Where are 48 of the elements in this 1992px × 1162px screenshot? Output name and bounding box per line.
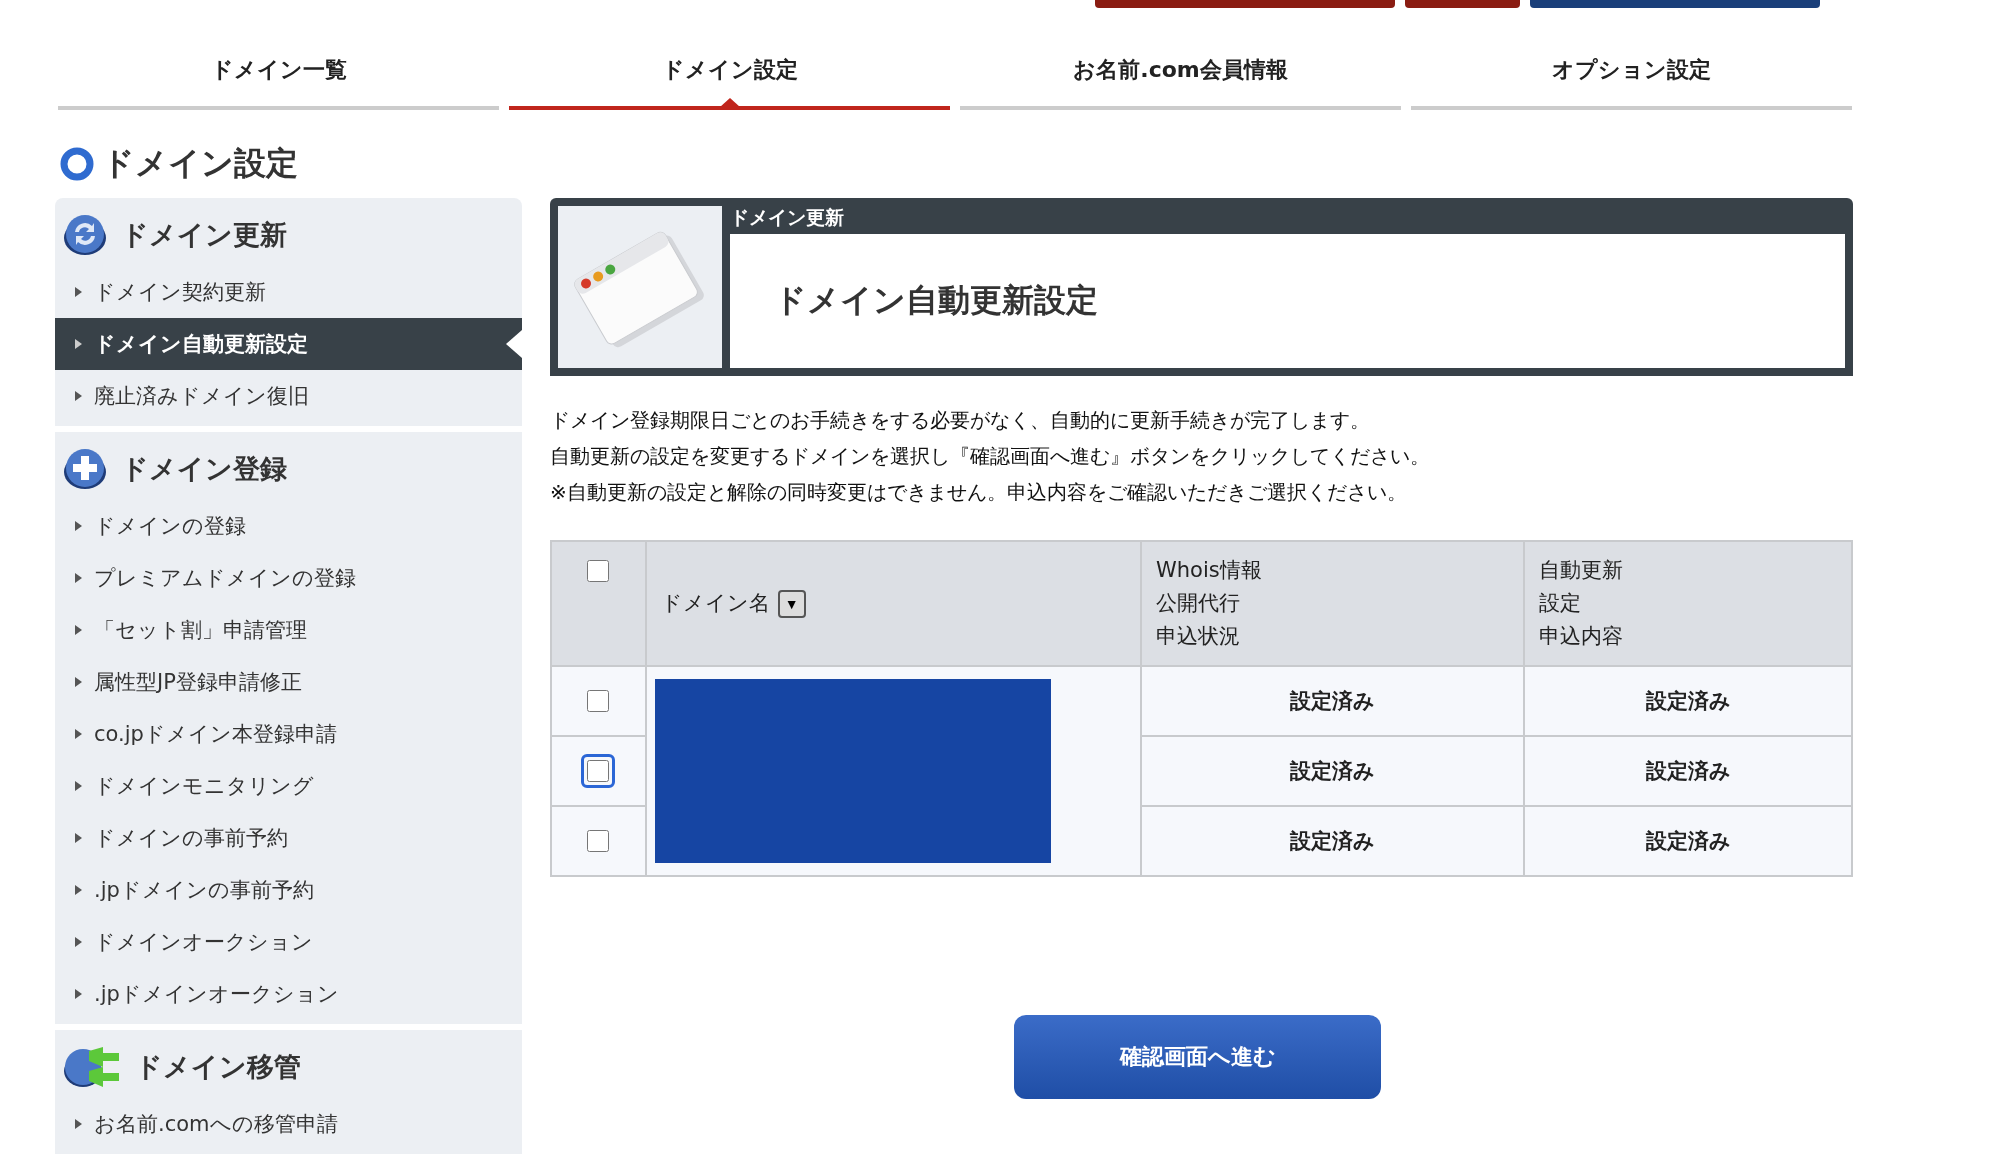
- column-header: ドメイン名: [660, 591, 770, 615]
- sidebar-item[interactable]: co.jpドメイン本登録申請: [55, 708, 522, 760]
- column-header: 自動更新: [1539, 557, 1625, 584]
- ring-icon: [60, 147, 94, 181]
- sidebar-item[interactable]: .jpドメインの事前予約: [55, 864, 522, 916]
- description-text: 自動更新の設定を変更するドメインを選択し『確認画面へ進む』ボタンをクリックしてください。: [550, 443, 1431, 470]
- section-title: ドメイン登録: [121, 452, 287, 486]
- confirm-button[interactable]: 確認画面へ進む: [1014, 1015, 1381, 1099]
- transfer-icon: [63, 1045, 121, 1089]
- sidebar-item[interactable]: プレミアムドメインの登録: [55, 552, 522, 604]
- page-title: ドメイン設定: [102, 143, 298, 184]
- description-text: ドメイン登録期限日ごとのお手続きをする必要がなく、自動的に更新手続きが完了します。: [550, 407, 1371, 434]
- sidebar-item[interactable]: ドメインの事前予約: [55, 812, 522, 864]
- column-header: 設定: [1539, 590, 1583, 617]
- refresh-icon: [63, 214, 107, 256]
- section-title: ドメイン移管: [135, 1050, 301, 1084]
- sidebar-item[interactable]: ドメインモニタリング: [55, 760, 522, 812]
- table-cell: 設定済み: [1290, 759, 1376, 783]
- sidebar-item[interactable]: ドメインオークション: [55, 916, 522, 968]
- column-header: 公開代行: [1156, 590, 1241, 617]
- card-category: ドメイン更新: [730, 206, 845, 230]
- sidebar-item[interactable]: ドメインの登録: [55, 500, 522, 552]
- table-cell: 設定済み: [1645, 829, 1731, 853]
- table-cell: 設定済み: [1645, 689, 1731, 713]
- sidebar-item[interactable]: お名前.comへの移管申請: [55, 1098, 522, 1150]
- nav-tab[interactable]: ドメイン一覧: [58, 50, 499, 110]
- card-title: ドメイン自動更新設定: [774, 280, 1098, 321]
- column-header: 申込内容: [1539, 623, 1625, 650]
- column-header: Whois情報: [1156, 557, 1263, 584]
- table-cell: 設定済み: [1290, 829, 1376, 853]
- row-checkbox[interactable]: [581, 754, 616, 788]
- sort-button[interactable]: ▼: [777, 590, 806, 618]
- section-title: ドメイン更新: [121, 218, 287, 252]
- sidebar-item[interactable]: ドメイン自動更新設定: [55, 318, 522, 370]
- sidebar-item[interactable]: 「セット割」申請管理: [55, 604, 522, 656]
- description-text: ※自動更新の設定と解除の同時変更はできません。申込内容をご確認いただきご選択ください。: [550, 479, 1408, 506]
- sidebar-item[interactable]: 属性型JP登録申請修正: [55, 656, 522, 708]
- table-cell: 設定済み: [1645, 759, 1731, 783]
- nav-tab[interactable]: お名前.com会員情報: [960, 50, 1401, 110]
- sidebar-item[interactable]: ドメイン契約更新: [55, 266, 522, 318]
- plus-icon: [63, 448, 107, 490]
- nav-tab[interactable]: オプション設定: [1411, 50, 1852, 110]
- nav-tab[interactable]: ドメイン設定: [509, 50, 950, 110]
- table-cell: 設定済み: [1290, 689, 1376, 713]
- select-all-checkbox[interactable]: [587, 560, 610, 582]
- column-header: 申込状況: [1156, 623, 1241, 650]
- sidebar-item[interactable]: 廃止済みドメイン復旧: [55, 370, 522, 422]
- sidebar-item[interactable]: .jpドメインオークション: [55, 968, 522, 1020]
